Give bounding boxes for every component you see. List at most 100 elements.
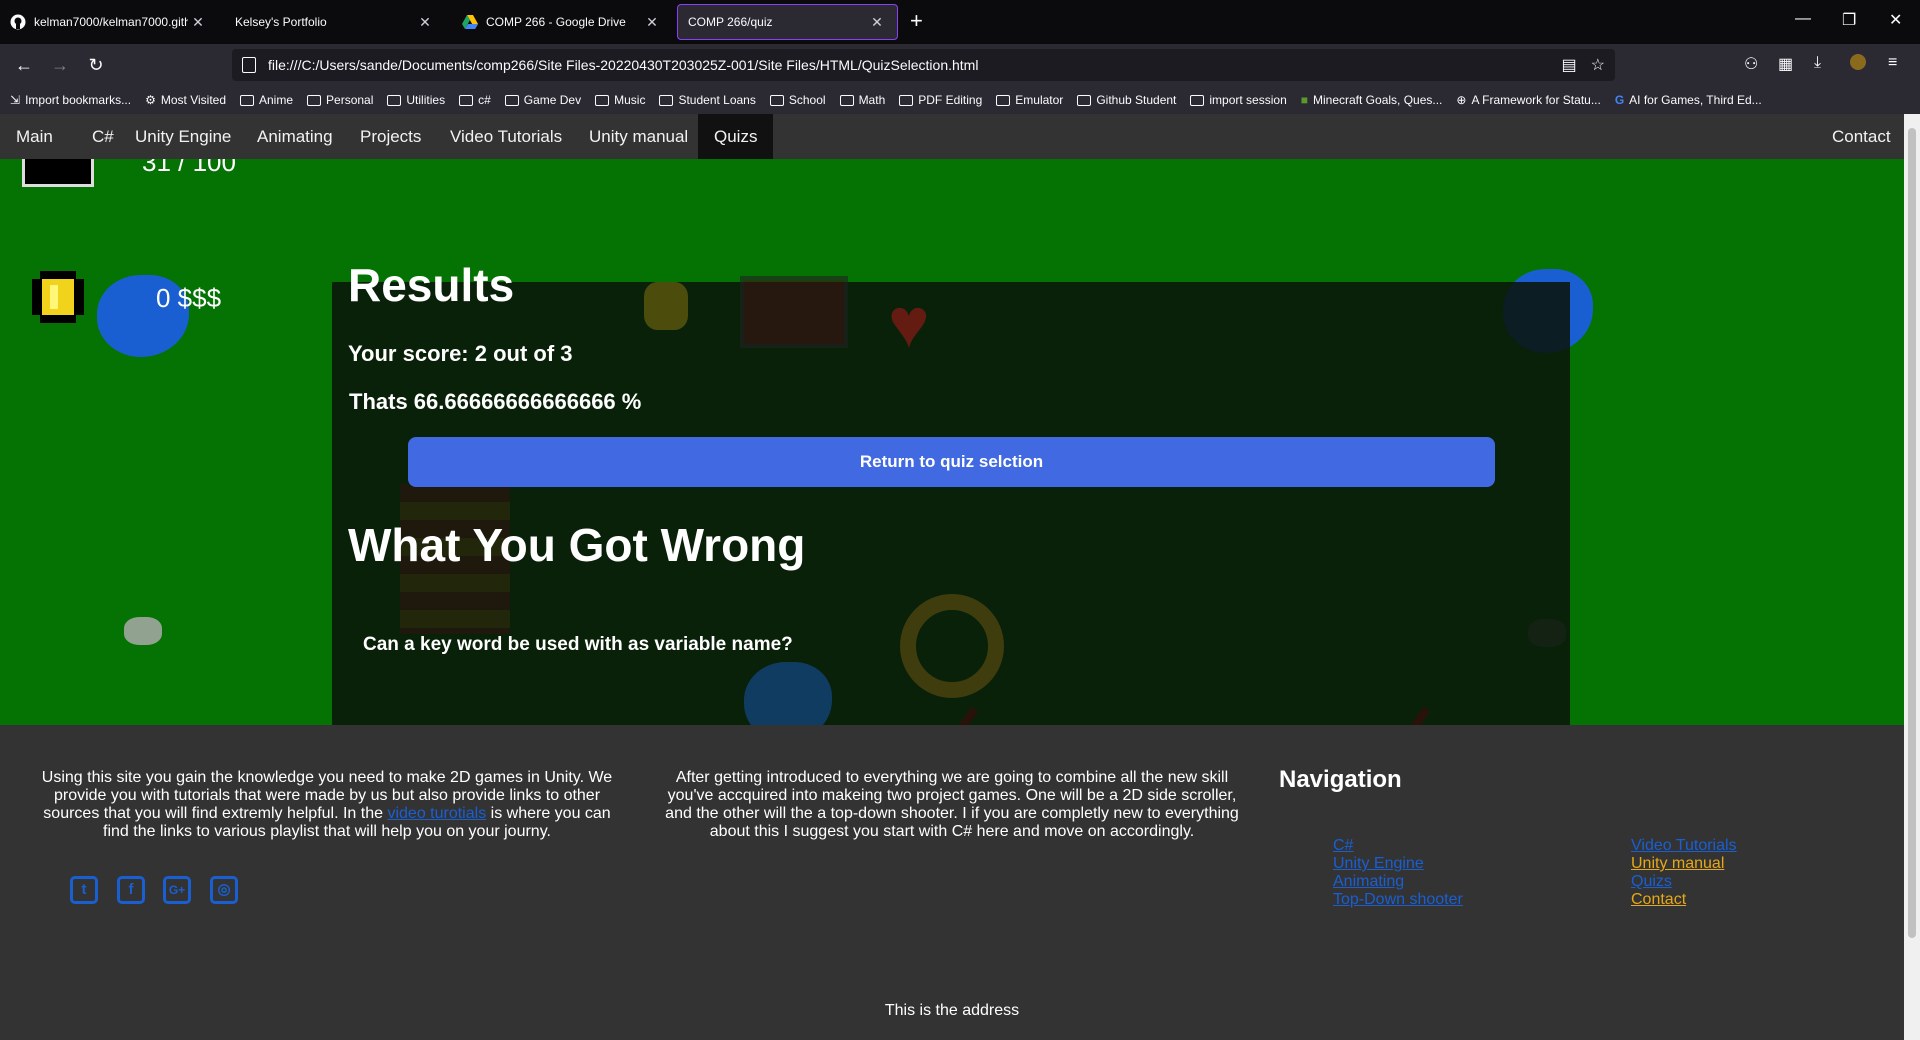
folder-icon [240,94,254,106]
results-title: Results [348,259,515,311]
bookmark-item[interactable]: Game Dev [504,93,582,107]
bookmark-item[interactable]: Github Student [1077,93,1176,107]
menu-icon[interactable]: ≡ [1888,54,1897,72]
bookmark-item[interactable]: PDF Editing [899,93,982,107]
window-close-icon[interactable]: ✕ [1889,10,1902,30]
tab-title: COMP 266/quiz [688,15,773,29]
nav-unity-engine[interactable]: Unity Engine [119,114,247,159]
bookmark-label: Music [614,93,646,107]
bookmark-label: Anime [259,93,294,107]
bookmark-item[interactable]: Anime [240,93,293,107]
github-icon [10,14,26,30]
treasure-chest-icon [740,276,848,348]
account-avatar[interactable] [1850,54,1866,75]
bookmark-item[interactable]: ■ Minecraft Goals, Ques... [1301,93,1443,107]
folder-icon [1077,94,1092,106]
browser-tab-google-drive[interactable]: COMP 266 - Google Drive ✕ [452,4,672,40]
close-icon[interactable]: ✕ [867,14,887,31]
heart-icon: ♥ [888,284,930,362]
nav-video-tutorials[interactable]: Video Tutorials [434,114,578,159]
nav-animating[interactable]: Animating [241,114,349,159]
twitter-icon[interactable]: t [70,876,98,904]
download-icon[interactable]: ⤓ [1814,54,1821,72]
bookmark-item[interactable]: ⇲ Import bookmarks... [10,93,131,107]
footer-link-unity-engine[interactable]: Unity Engine [1333,855,1463,873]
gear-sprite [900,594,1004,698]
restore-icon[interactable]: ❐ [1842,10,1856,30]
tab-title: kelman7000/kelman7000.githul [34,15,188,29]
bookmark-item[interactable]: c# [459,93,491,107]
reload-icon[interactable]: ↻ [84,53,108,77]
scrollbar-thumb[interactable] [1908,128,1916,938]
folder-icon [1190,94,1205,106]
bookmark-item[interactable]: ⊕ A Framework for Statu... [1456,93,1600,107]
page-scrollbar[interactable] [1904,114,1920,1040]
nav-main[interactable]: Main [0,114,69,159]
back-icon[interactable]: ← [12,53,36,77]
bookmark-item[interactable]: School [769,93,826,107]
folder-icon [659,94,674,106]
bookmark-label: c# [478,93,491,107]
health-text: 31 / 100 [142,159,236,177]
nav-unity-manual[interactable]: Unity manual [573,114,704,159]
browser-tab-portfolio[interactable]: Kelsey's Portfolio ✕ [225,4,445,40]
percent-text: Thats 66.66666666666666 % [349,389,642,414]
bookmark-label: School [788,93,826,107]
return-to-quiz-selection-button[interactable]: Return to quiz selction [408,437,1495,487]
footer-nav-column-2: Video Tutorials Unity manual Quizs Conta… [1631,837,1737,909]
bookmark-item[interactable]: import session [1190,93,1287,107]
minecraft-icon: ■ [1300,93,1308,107]
bookmark-label: Emulator [1015,93,1064,107]
close-icon[interactable]: ✕ [642,14,662,31]
browser-tab-quiz[interactable]: COMP 266/quiz ✕ [677,4,898,40]
footer-address: This is the address [884,1002,1020,1019]
coin-icon [28,267,88,327]
footer-link-animating[interactable]: Animating [1333,873,1463,891]
instagram-icon[interactable]: ◎ [210,876,238,904]
bookmark-item[interactable]: G AI for Games, Third Ed... [1615,93,1762,107]
bookmark-label: Utilities [406,93,446,107]
bookmark-label: Math [858,93,886,107]
reader-view-icon[interactable]: ▤ [1562,55,1577,75]
bookmark-item[interactable]: ⚙ Most Visited [145,93,226,107]
bookmark-label: Github Student [1096,93,1177,107]
page-icon [242,57,256,73]
browser-tab-bar: kelman7000/kelman7000.githul ✕ Kelsey's … [0,0,1920,44]
folder-icon [595,94,610,106]
bookmark-item[interactable]: Utilities [387,93,445,107]
footer-link-contact[interactable]: Contact [1631,891,1737,909]
new-tab-button[interactable]: + [910,10,923,32]
url-bar[interactable]: file:///C:/Users/sande/Documents/comp266… [232,49,1615,81]
apps-grid-icon[interactable]: ▦ [1778,54,1793,74]
bookmark-label: PDF Editing [918,93,983,107]
nav-quizs[interactable]: Quizs [698,114,774,159]
bookmark-item[interactable]: Student Loans [659,93,756,107]
footer-about-text: Using this site you gain the knowledge y… [40,769,614,841]
bookmark-item[interactable]: Personal [307,93,373,107]
forward-icon[interactable]: → [48,53,72,77]
nav-contact[interactable]: Contact [1816,114,1904,159]
close-icon[interactable]: ✕ [415,14,435,31]
footer-link-unity-manual[interactable]: Unity manual [1631,855,1737,873]
footer-link-top-down-shooter[interactable]: Top-Down shooter [1333,891,1463,909]
google-plus-icon[interactable]: G+ [163,876,191,904]
url-text[interactable]: file:///C:/Users/sande/Documents/comp266… [268,57,1548,73]
minimize-icon[interactable]: — [1795,10,1811,28]
browser-tab-github[interactable]: kelman7000/kelman7000.githul ✕ [0,4,218,40]
bookmark-item[interactable]: Emulator [996,93,1063,107]
bookmark-label: Game Dev [523,93,582,107]
bookmark-item[interactable]: Music [595,93,645,107]
extension-icon[interactable]: ⚇ [1744,54,1758,74]
bookmark-item[interactable]: Math [839,93,886,107]
bookmark-star-icon[interactable]: ☆ [1591,55,1605,75]
video-tutorials-link[interactable]: video turotials [387,805,486,822]
nav-projects[interactable]: Projects [344,114,437,159]
bookmark-label: AI for Games, Third Ed... [1629,93,1762,107]
folder-icon [459,94,474,106]
close-icon[interactable]: ✕ [188,14,208,31]
footer-link-video-tutorials[interactable]: Video Tutorials [1631,837,1737,855]
site-footer: Using this site you gain the knowledge y… [0,725,1904,1040]
facebook-icon[interactable]: f [117,876,145,904]
footer-link-csharp[interactable]: C# [1333,837,1463,855]
footer-link-quizs[interactable]: Quizs [1631,873,1737,891]
